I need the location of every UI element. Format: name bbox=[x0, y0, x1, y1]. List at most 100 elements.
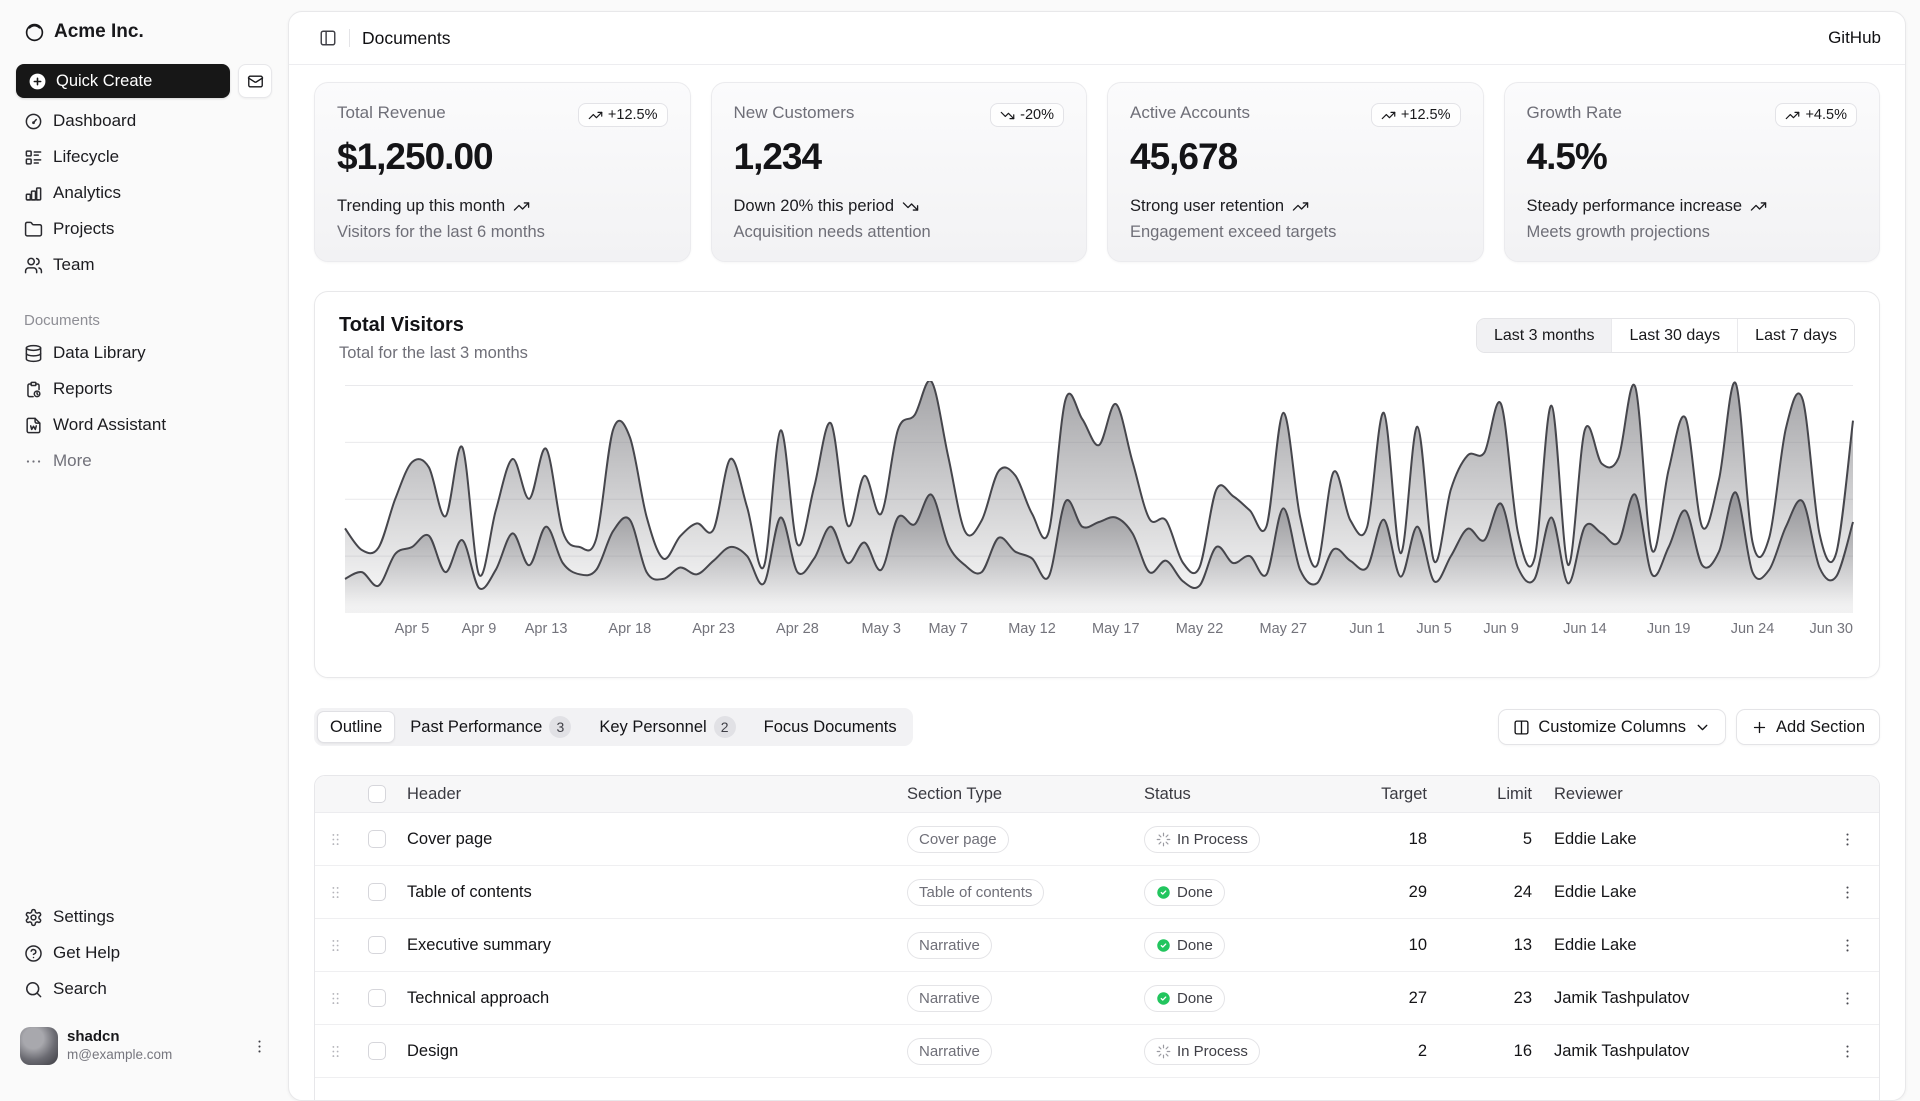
x-tick-label: May 17 bbox=[1092, 621, 1140, 637]
add-section-button[interactable]: Add Section bbox=[1736, 709, 1880, 745]
user-menu[interactable]: shadcn m@example.com bbox=[16, 1024, 272, 1068]
sidebar-item-get-help[interactable]: Get Help bbox=[16, 936, 272, 970]
sidebar-item-label: Analytics bbox=[53, 183, 121, 203]
cell-reviewer[interactable]: Jamik Tashpulatov bbox=[1546, 1042, 1816, 1061]
row-checkbox[interactable] bbox=[368, 883, 386, 901]
inbox-button[interactable] bbox=[238, 64, 272, 98]
cell-target[interactable]: 27 bbox=[1336, 989, 1441, 1008]
sidebar-nav-main: Dashboard Lifecycle Analytics ProjectsTeam bbox=[16, 104, 272, 282]
section-type-badge: Cover page bbox=[907, 826, 1009, 853]
range-last-3-months[interactable]: Last 3 months bbox=[1477, 319, 1612, 352]
github-link[interactable]: GitHub bbox=[1828, 28, 1881, 48]
x-tick-label: Jun 30 bbox=[1809, 621, 1853, 637]
sidebar-item-word-assistant[interactable]: Word Assistant bbox=[16, 408, 272, 442]
select-all-checkbox[interactable] bbox=[368, 785, 386, 803]
drag-handle[interactable] bbox=[327, 1043, 344, 1060]
status-label: Done bbox=[1177, 884, 1213, 901]
grip-vertical-icon bbox=[327, 990, 344, 1007]
drag-handle[interactable] bbox=[327, 937, 344, 954]
row-menu-button[interactable] bbox=[1834, 984, 1862, 1012]
table-row: Technical approachNarrativeDone2723Jamik… bbox=[315, 972, 1879, 1025]
table-row: Cover pageCover pageIn Process185Eddie L… bbox=[315, 813, 1879, 866]
row-menu-button[interactable] bbox=[1834, 825, 1862, 853]
table-toolbar: Customize Columns Add Section bbox=[1498, 709, 1880, 745]
cell-header[interactable]: Technical approach bbox=[399, 989, 899, 1008]
main-panel: Documents GitHub Total Revenue+12.5%$1,2… bbox=[288, 11, 1906, 1101]
tab-outline[interactable]: Outline bbox=[317, 711, 395, 743]
cell-target[interactable]: 18 bbox=[1336, 830, 1441, 849]
sidebar-item-projects[interactable]: Projects bbox=[16, 212, 272, 246]
chevron-down-icon bbox=[1694, 719, 1711, 736]
tab-key-personnel[interactable]: Key Personnel2 bbox=[586, 711, 748, 743]
row-menu-button[interactable] bbox=[1834, 878, 1862, 906]
content: Total Revenue+12.5%$1,250.00Trending up … bbox=[289, 65, 1905, 1101]
cell-reviewer[interactable]: Eddie Lake bbox=[1546, 936, 1816, 955]
cell-limit[interactable]: 5 bbox=[1441, 830, 1546, 849]
row-checkbox[interactable] bbox=[368, 830, 386, 848]
visitors-chart[interactable]: Apr 5Apr 9Apr 13Apr 18Apr 23Apr 28May 3M… bbox=[339, 381, 1855, 641]
column-header-status: Status bbox=[1136, 785, 1336, 804]
range-last-30-days[interactable]: Last 30 days bbox=[1611, 319, 1737, 352]
x-tick-label: Apr 23 bbox=[692, 621, 735, 637]
ellipsis-vertical-icon bbox=[1839, 884, 1856, 901]
cell-header[interactable]: Table of contents bbox=[399, 883, 899, 902]
stat-footer: Trending up this monthVisitors for the l… bbox=[337, 193, 668, 245]
sidebar-item-search[interactable]: Search bbox=[16, 972, 272, 1006]
x-tick-label: May 3 bbox=[861, 621, 901, 637]
ellipsis-vertical-icon bbox=[1839, 1043, 1856, 1060]
cell-header[interactable]: Cover page bbox=[399, 830, 899, 849]
tab-label: Past Performance bbox=[410, 718, 542, 737]
row-menu-button[interactable] bbox=[1834, 1037, 1862, 1065]
tab-past-performance[interactable]: Past Performance3 bbox=[397, 711, 584, 743]
cell-reviewer[interactable]: Eddie Lake bbox=[1546, 883, 1816, 902]
cell-limit[interactable]: 23 bbox=[1441, 989, 1546, 1008]
sidebar-item-data-library[interactable]: Data Library bbox=[16, 336, 272, 370]
cell-reviewer[interactable]: Jamik Tashpulatov bbox=[1546, 989, 1816, 1008]
range-last-7-days[interactable]: Last 7 days bbox=[1737, 319, 1854, 352]
column-header-target: Target bbox=[1336, 785, 1441, 804]
row-menu-button[interactable] bbox=[1834, 931, 1862, 959]
sidebar-item-settings[interactable]: Settings bbox=[16, 900, 272, 934]
cell-header[interactable]: Executive summary bbox=[399, 936, 899, 955]
cell-reviewer[interactable]: Eddie Lake bbox=[1546, 830, 1816, 849]
status-done-icon bbox=[1156, 991, 1171, 1006]
section-type-badge: Narrative bbox=[907, 985, 992, 1012]
drag-handle-cell bbox=[315, 884, 355, 901]
sidebar-item-dashboard[interactable]: Dashboard bbox=[16, 104, 272, 138]
stat-card-growth-rate: Growth Rate+4.5%4.5%Steady performance i… bbox=[1504, 82, 1881, 262]
circle-plus-icon bbox=[28, 72, 47, 91]
settings-icon bbox=[24, 908, 43, 927]
row-checkbox[interactable] bbox=[368, 989, 386, 1007]
drag-handle[interactable] bbox=[327, 831, 344, 848]
cell-limit[interactable]: 24 bbox=[1441, 883, 1546, 902]
sidebar-item-team[interactable]: Team bbox=[16, 248, 272, 282]
brand[interactable]: Acme Inc. bbox=[16, 12, 272, 52]
trending-up-icon bbox=[1750, 198, 1767, 215]
x-tick-label: Apr 9 bbox=[462, 621, 497, 637]
x-tick-label: Apr 18 bbox=[608, 621, 651, 637]
quick-create-label: Quick Create bbox=[56, 72, 152, 91]
stat-footer-text: Down 20% this period bbox=[734, 193, 895, 219]
tab-focus-documents[interactable]: Focus Documents bbox=[751, 711, 910, 743]
customize-columns-button[interactable]: Customize Columns bbox=[1498, 709, 1726, 745]
cell-target[interactable]: 10 bbox=[1336, 936, 1441, 955]
drag-handle[interactable] bbox=[327, 884, 344, 901]
page-title: Documents bbox=[362, 28, 451, 49]
cell-header[interactable]: Design bbox=[399, 1042, 899, 1061]
row-checkbox[interactable] bbox=[368, 1042, 386, 1060]
quick-create-button[interactable]: Quick Create bbox=[16, 64, 230, 98]
status-loader-icon bbox=[1156, 1044, 1171, 1059]
sidebar-item-label: Lifecycle bbox=[53, 147, 119, 167]
cell-limit[interactable]: 16 bbox=[1441, 1042, 1546, 1061]
cell-target[interactable]: 29 bbox=[1336, 883, 1441, 902]
trending-up-icon bbox=[1381, 108, 1396, 123]
sidebar-item-reports[interactable]: Reports bbox=[16, 372, 272, 406]
sidebar-item-more[interactable]: More bbox=[16, 444, 272, 478]
sidebar-item-lifecycle[interactable]: Lifecycle bbox=[16, 140, 272, 174]
sidebar-toggle-button[interactable] bbox=[313, 23, 343, 53]
sidebar-item-analytics[interactable]: Analytics bbox=[16, 176, 272, 210]
cell-limit[interactable]: 13 bbox=[1441, 936, 1546, 955]
row-checkbox[interactable] bbox=[368, 936, 386, 954]
drag-handle[interactable] bbox=[327, 990, 344, 1007]
cell-target[interactable]: 2 bbox=[1336, 1042, 1441, 1061]
